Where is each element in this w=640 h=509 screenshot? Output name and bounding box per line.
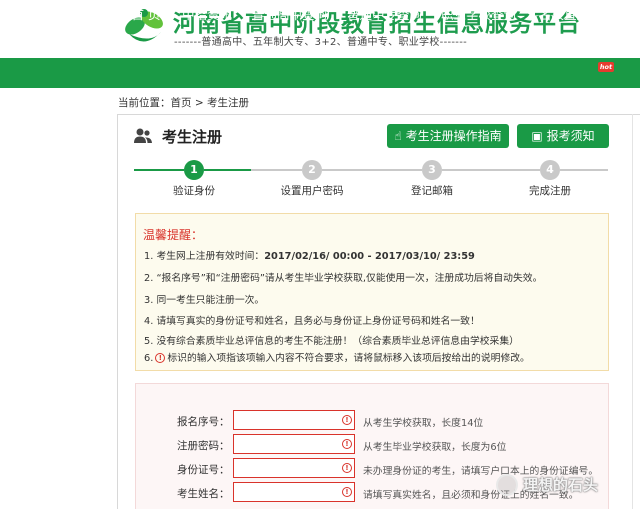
nav-secondary-school-query[interactable]: 普通中专查询	[347, 0, 422, 30]
notice-item-2: 2. “报名序号”和“注册密码”请从考生毕业学校获取,仅能使用一次，注册成功后将…	[144, 273, 543, 284]
registration-period: 2017/02/16/ 00:00 - 2017/03/10/ 23:59	[264, 251, 475, 262]
hand-pointer-icon: ☝	[394, 129, 402, 143]
register-password-input[interactable]	[233, 434, 355, 454]
step-4-circle: 4	[540, 160, 560, 180]
step-2-label: 设置用户密码	[280, 185, 344, 197]
registration-guide-label: 考生注册操作指南	[405, 129, 502, 143]
notice-item-6-text: 标识的输入项指该项输入内容不符合要求，请将鼠标移入该项后按给出的说明修改。	[167, 353, 530, 364]
step-line-2-3	[322, 169, 422, 171]
watermark-logo-icon	[496, 474, 518, 496]
notice-title: 温馨提醒：	[143, 228, 204, 242]
student-name-input[interactable]	[233, 482, 355, 502]
step-line-2-left	[251, 169, 302, 171]
register-password-label: 注册密码：	[177, 440, 230, 452]
page-title: 考生注册	[162, 128, 223, 146]
step-line-3-4	[442, 169, 540, 171]
step-1-label: 验证身份	[173, 185, 215, 197]
step-3-circle: 3	[422, 160, 442, 180]
step-2-circle: 2	[302, 160, 322, 180]
main-nav	[0, 58, 640, 88]
id-number-error-icon: !	[342, 463, 352, 473]
notice-item-5: 5. 没有综合素质毕业总评信息的考生不能注册！（综合素质毕业总评信息由学校采集）	[144, 336, 519, 347]
exam-number-label: 报名序号：	[177, 416, 230, 428]
panel-divider	[632, 114, 633, 509]
hot-badge: hot	[598, 62, 614, 72]
nav-high-school-query[interactable]: 普通高中查询	[252, 0, 327, 30]
id-number-label: 身份证号：	[177, 464, 230, 476]
exclamation-icon: !	[155, 353, 166, 363]
notice-item-4: 4. 请填写真实的身份证号和姓名，且务必与身份证上身份证号码和姓名一致！	[144, 316, 480, 327]
step-line-1-left	[134, 169, 184, 171]
exam-number-input[interactable]	[233, 410, 355, 430]
nav-top-schools[interactable]: 名校直通车	[539, 0, 602, 30]
breadcrumb: 当前位置：首页 > 考生注册	[118, 97, 249, 109]
nav-vocational-school-query[interactable]: 职业学校查询	[441, 0, 516, 30]
student-name-error-icon: !	[342, 487, 352, 497]
exam-notice-button[interactable]: ▣ 报考须知	[517, 124, 609, 148]
nav-news[interactable]: 中招资讯	[180, 0, 234, 30]
notice-item-1-prefix: 1. 考生网上注册有效时间：	[144, 251, 265, 262]
register-password-hint: 从考生毕业学校获取，长度为6位	[363, 442, 507, 453]
step-3-label: 登记邮箱	[411, 185, 453, 197]
notice-item-3: 3. 同一考生只能注册一次。	[144, 295, 265, 306]
watermark-text: 理想的石头	[523, 476, 599, 494]
notice-item-1: 1. 考生网上注册有效时间：2017/02/16/ 00:00 - 2017/0…	[144, 248, 475, 262]
step-line-1-right	[204, 169, 251, 171]
users-icon	[134, 128, 152, 143]
book-icon: ▣	[531, 129, 543, 143]
register-password-error-icon: !	[342, 439, 352, 449]
site-subtitle: -------普通高中、五年制大专、3+2、普通中专、职业学校-------	[174, 37, 468, 48]
registration-guide-button[interactable]: ☝ 考生注册操作指南	[387, 124, 509, 148]
exam-number-hint: 从考生学校获取，长度14位	[363, 418, 484, 429]
step-1-circle: 1	[184, 160, 204, 180]
notice-item-6-prefix: 6.	[144, 353, 154, 364]
step-line-4-right	[560, 169, 608, 171]
step-4-label: 完成注册	[529, 185, 571, 197]
nav-home[interactable]: 首 页	[130, 0, 162, 30]
notice-item-6: 6.! 标识的输入项指该项输入内容不符合要求，请将鼠标移入该项后按给出的说明修改。	[144, 350, 530, 364]
exam-number-error-icon: !	[342, 415, 352, 425]
student-name-label: 考生姓名：	[177, 488, 230, 500]
id-number-input[interactable]	[233, 458, 355, 478]
exam-notice-label: 报考须知	[546, 129, 595, 143]
